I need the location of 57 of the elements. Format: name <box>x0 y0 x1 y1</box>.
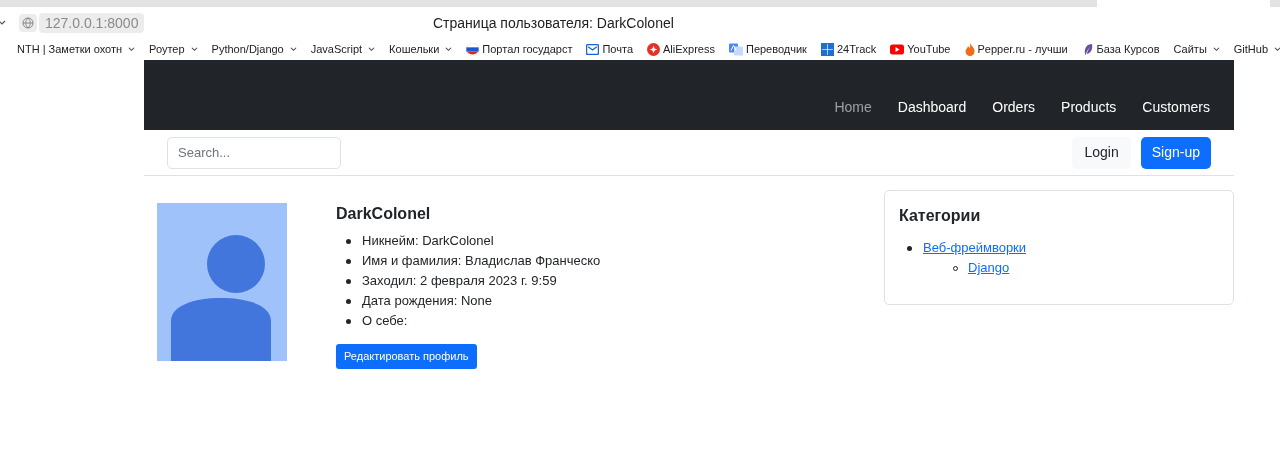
nav-link[interactable]: Dashboard <box>897 97 967 118</box>
nav-link[interactable]: Home <box>834 97 872 118</box>
globe-icon[interactable] <box>19 14 37 32</box>
bookmark[interactable]: 24Track <box>820 41 877 58</box>
profile-detail: Никнейм: DarkColonel <box>362 232 494 251</box>
bookmark[interactable]: Python/Django <box>211 41 297 58</box>
bookmark[interactable]: Pepper.ru - лучши <box>964 41 1068 58</box>
tab-strip <box>1270 0 1280 7</box>
chevron-down-icon <box>368 46 376 53</box>
nav-link[interactable]: Customers <box>1142 97 1210 118</box>
bookmark[interactable]: Почта <box>586 41 633 58</box>
chevron-down-icon <box>289 46 297 53</box>
envelope-icon <box>586 43 600 56</box>
chevron-down-icon <box>1212 46 1220 53</box>
category-link[interactable]: Веб-фреймворки <box>923 238 1027 258</box>
login-button[interactable]: Login <box>1072 136 1131 169</box>
bookmark[interactable]: GitHub <box>1233 41 1280 58</box>
search-field[interactable]: Search... <box>167 136 341 169</box>
chevron-down-icon[interactable] <box>0 19 6 27</box>
flame-icon <box>964 43 975 56</box>
calendar-icon <box>820 43 834 56</box>
profile-detail: Заходил: 2 февраля 2023 г. 9:59 <box>362 272 557 291</box>
profile-detail: Имя и фамилия: Владислав Франческо <box>362 252 601 271</box>
bookmark[interactable]: JavaScript <box>310 41 376 58</box>
play-icon <box>890 44 905 55</box>
bookmark[interactable]: База Курсов <box>1081 41 1160 58</box>
signup-button[interactable]: Sign-up <box>1140 136 1211 169</box>
bullet-icon <box>346 318 351 324</box>
bullet-icon <box>346 258 351 264</box>
chevron-down-icon <box>128 46 136 53</box>
page-title: Страница пользователя: DarkColonel <box>433 14 674 33</box>
bookmark[interactable]: YouTube <box>890 41 951 58</box>
bookmark[interactable]: Роутер <box>149 41 198 58</box>
star-badge-icon <box>647 43 660 56</box>
chevron-down-icon <box>445 46 453 53</box>
bookmark[interactable]: NTH | Заметки охотн <box>17 41 136 58</box>
nav-link[interactable]: Orders <box>992 97 1036 118</box>
bookmark[interactable]: AliExpress <box>647 41 715 58</box>
categories-heading: Категории <box>899 206 982 226</box>
bullet-icon <box>346 278 351 284</box>
username-heading: DarkColonel <box>336 204 432 224</box>
edit-profile-button[interactable]: Редактировать профиль <box>336 344 477 369</box>
category-link[interactable]: Django <box>968 258 1010 278</box>
chevron-down-icon <box>190 46 198 53</box>
bookmark[interactable]: Сайты <box>1173 41 1220 58</box>
translate-icon <box>728 43 743 56</box>
chevron-down-icon <box>1274 46 1280 53</box>
bookmark[interactable]: Переводчик <box>728 41 807 58</box>
bookmark[interactable]: Кошельки <box>389 41 453 58</box>
bullet-icon <box>907 245 912 251</box>
flag-icon <box>466 43 480 56</box>
bookmark[interactable]: Портал государст <box>466 41 573 58</box>
bullet-icon <box>346 238 351 244</box>
profile-detail: О себе: <box>362 312 408 331</box>
bullet-icon <box>346 298 351 304</box>
profile-detail: Дата рождения: None <box>362 292 492 311</box>
nav-link[interactable]: Products <box>1061 97 1117 118</box>
